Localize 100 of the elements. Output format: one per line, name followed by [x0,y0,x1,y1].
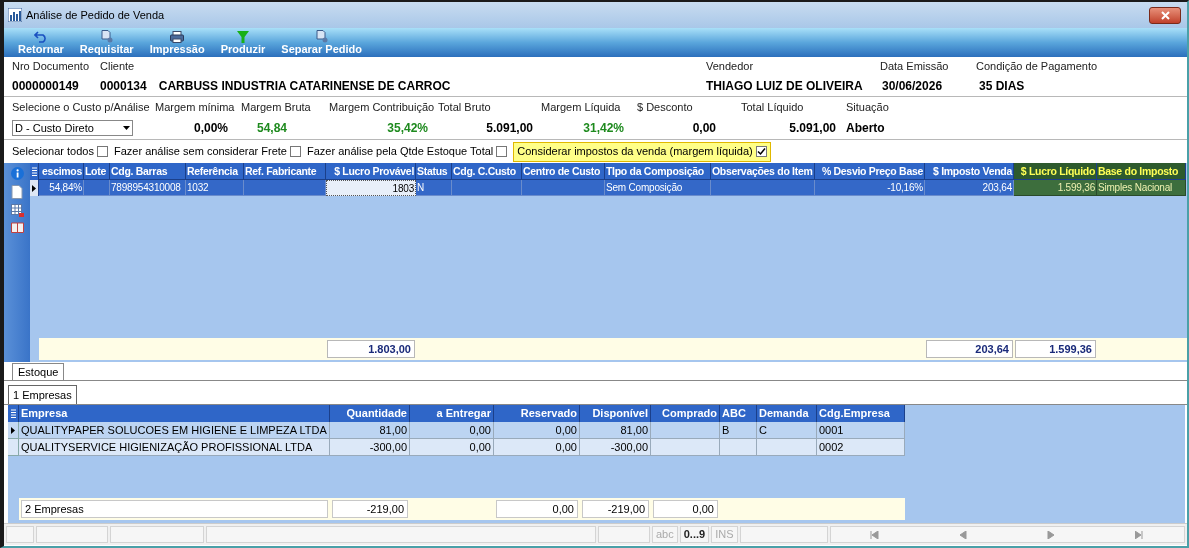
table-cell: 81,00 [580,422,651,439]
checkbox-label: Fazer análise sem considerar Frete [113,144,287,160]
toolbar-button[interactable]: Impressão [149,31,205,56]
payment-terms: 35 DIAS [979,79,1025,94]
table-cell: 1032 [186,180,244,196]
table-cell [452,180,522,196]
cost-dropdown[interactable]: D - Custo Direto [12,119,133,136]
column-header[interactable]: % Desvio Preço Base [815,163,925,180]
metric-value: 54,84 [256,120,287,135]
arrow-icon [870,530,880,539]
column-header[interactable]: Referência [186,163,244,180]
column-header[interactable]: Cdg. C.Custo [452,163,522,180]
toolbar-button[interactable]: Separar Pedido [281,30,362,56]
total-field: 1.803,00 [327,340,415,358]
checkbox[interactable] [755,146,767,157]
field-label: Data Emissão [880,59,949,72]
info-icon [10,167,24,180]
table-cell [651,422,720,439]
column-header[interactable]: Empresa [19,405,330,422]
printer-icon [170,31,185,43]
column-header[interactable]: a Entregar [410,405,494,422]
column-header[interactable]: Disponível [580,405,651,422]
new-document-icon [11,185,23,199]
checkbox[interactable] [289,146,301,157]
table-cell: -300,00 [330,439,410,456]
metric-value: 0,00 [692,120,716,135]
column-header[interactable]: Ref. Fabricante [244,163,326,180]
status-indicator: INS [711,526,738,543]
column-header[interactable]: TIpo da Composição [605,163,711,180]
column-header[interactable]: Quantidade [330,405,410,422]
tab[interactable]: 1 Empresas [8,385,77,404]
field-label: Total Líquido [741,101,804,114]
metric-value: 5.091,00 [486,120,533,135]
column-header[interactable]: $ Imposto Venda [925,163,1014,180]
field-label: Total Bruto [438,101,491,114]
field-label: $ Desconto [637,101,693,114]
current-row-icon [32,184,36,192]
column-header[interactable]: Observações do Item [711,163,815,180]
column-header[interactable]: Base do Imposto [1097,163,1186,180]
table-cell: 0,00 [494,439,580,456]
column-header[interactable]: Comprado [651,405,720,422]
table-cell: QUALITYSERVICE HIGIENIZAÇÃO PROFISSIONAL LTDA [19,439,330,456]
dropdown-arrow-icon [123,125,130,130]
document-number: 0000000149 [12,79,79,94]
column-header[interactable]: Centro de Custo [522,163,605,180]
column-header[interactable]: Cdg. Barras [110,163,186,180]
field-label: Margem mínima [155,101,235,114]
field-label: Margem Contribuição [329,101,435,114]
column-header[interactable]: $ Lucro Provável [326,163,416,180]
table-cell: 203,64 [925,180,1014,196]
field-label: Situação [846,101,889,114]
field-label: Cliente [100,59,135,72]
column-header[interactable]: Cdg.Empresa [817,405,905,422]
column-header[interactable]: $ Lucro Líquido [1014,163,1097,180]
table-cell: Sem Composição [605,180,711,196]
client-code: 0000134 [100,78,147,96]
field-label: Margem Líquida [541,101,621,114]
column-header[interactable]: Lote [84,163,110,180]
total-field: 2 Empresas [21,500,328,518]
table-cell: 0,00 [494,422,580,439]
arrow-icon [958,530,968,539]
seller-name: THIAGO LUIZ DE OLIVEIRA [706,79,863,94]
table-cell [651,439,720,456]
toolbar-button[interactable]: Produzir [220,31,266,56]
table-cell: Simples Nacional [1097,180,1186,196]
check-icon [756,147,766,156]
table-cell: 7898954310008 [110,180,186,196]
table-cell: N [416,180,452,196]
total-field: -219,00 [582,500,649,518]
column-header[interactable]: Status [416,163,452,180]
field-label: Vendedor [706,59,754,72]
column-header[interactable]: Demanda [757,405,817,422]
issue-date: 30/06/2026 [881,79,943,94]
metric-value: 0,00% [193,120,228,135]
column-header[interactable]: ABC [720,405,757,422]
table-cell: B [720,422,757,439]
status-indicator: abc [652,526,678,543]
table-cell: QUALITYPAPER SOLUCOES EM HIGIENE E LIMPEZA LTDA [19,422,330,439]
close-icon [1160,10,1170,20]
column-header[interactable]: Reservado [494,405,580,422]
column-header[interactable]: escimos [39,163,84,180]
table-cell: -10,16% [815,180,925,196]
document-gear-icon [315,30,328,43]
table-cell: 54,84% [39,180,84,196]
checkbox-label: Selecionar todos [12,144,94,160]
toolbar-button[interactable]: Requisitar [79,30,134,56]
arrow-icon [1135,530,1145,539]
metric-value: 35,42% [387,120,428,135]
window-title: Análise de Pedido de Venda [26,7,165,23]
toolbar-button[interactable]: Retornar [18,31,64,56]
filter-icon [237,31,249,43]
checkbox[interactable] [496,146,508,157]
table-cell: 0,00 [410,422,494,439]
checkbox-label: Considerar impostos da venda (margem líquida) [517,144,753,160]
close-button[interactable] [1149,6,1181,24]
total-field: 203,64 [926,340,1013,358]
client-name: CARBUSS INDUSTRIA CATARINENSE DE CARROC [158,78,451,96]
document-gear-icon [100,30,113,43]
checkbox[interactable] [96,146,108,157]
tab[interactable]: Estoque [12,363,65,380]
